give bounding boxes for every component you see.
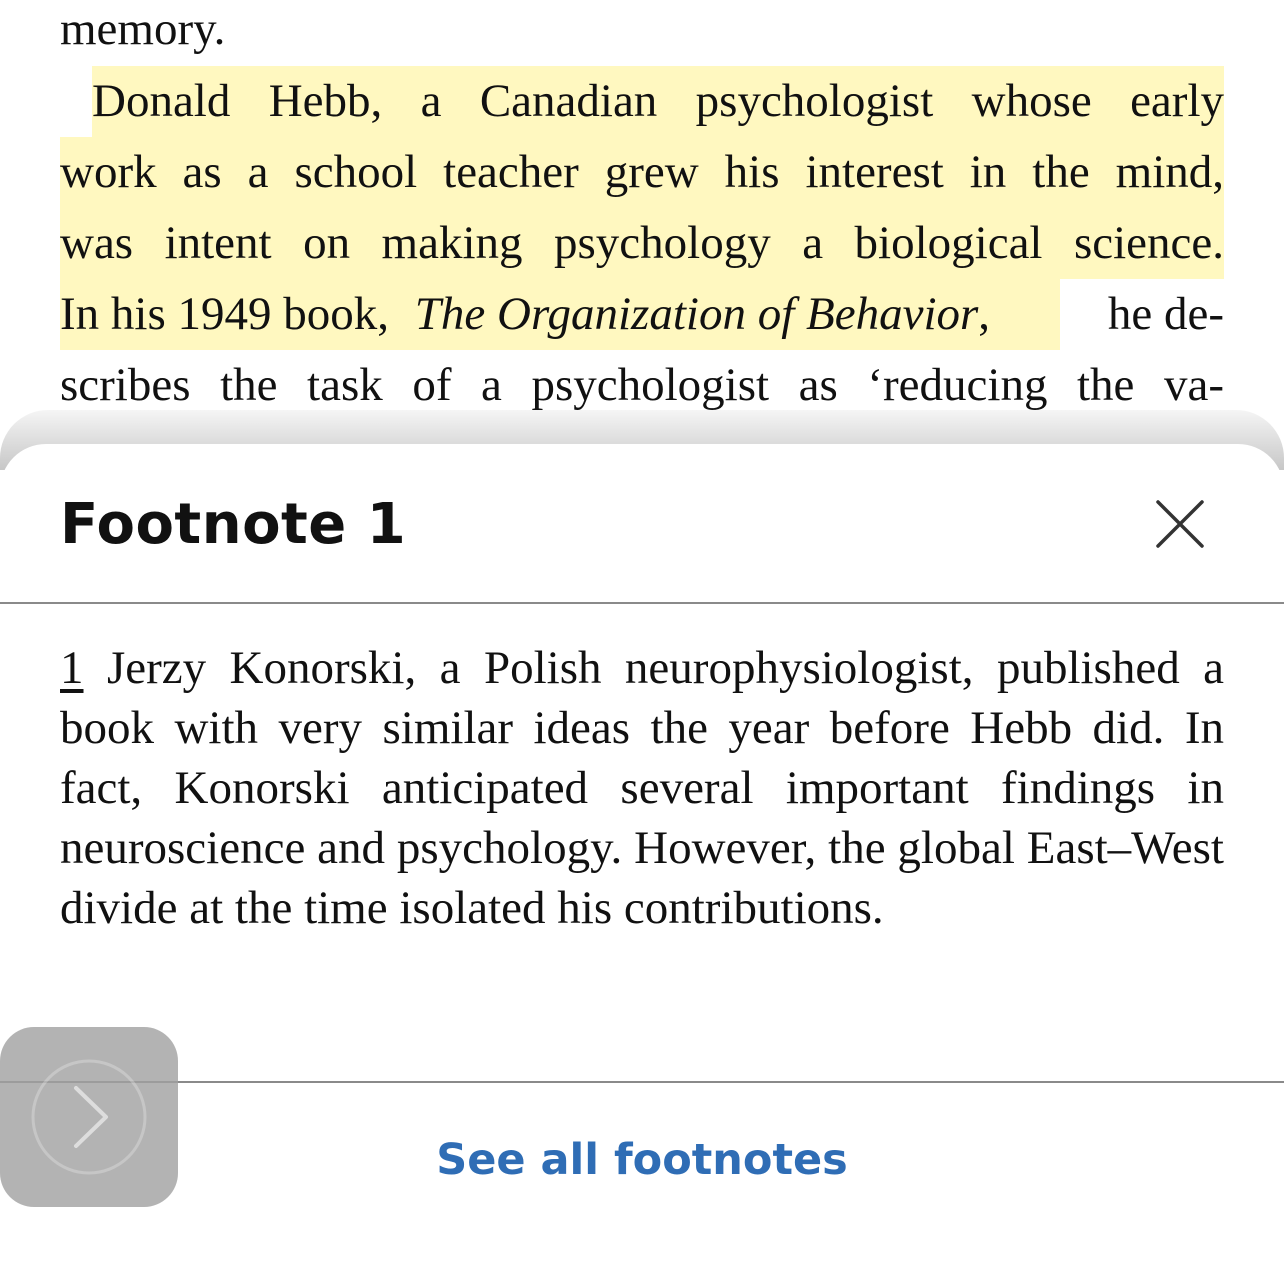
comma: ,	[978, 288, 991, 340]
book-text-line: In his 1949 book, The Organization of Be…	[60, 279, 1224, 350]
close-button[interactable]	[1150, 494, 1210, 554]
next-page-button[interactable]	[0, 1027, 178, 1207]
book-text-line: memory.	[60, 3, 226, 55]
header-divider	[0, 602, 1284, 604]
footnote-title: Footnote 1	[60, 492, 407, 557]
highlighted-text-line[interactable]: work as a school teacher grew his intere…	[60, 137, 1224, 208]
footnote-number-link[interactable]: 1	[60, 642, 84, 694]
footnote-body: 1 Jerzy Konorski, a Polish neurophysiolo…	[60, 638, 1224, 938]
close-icon	[1156, 500, 1204, 548]
book-page: memory. Donald Hebb, a Canadian psycholo…	[0, 0, 1284, 460]
chevron-right-icon	[31, 1059, 147, 1175]
highlighted-text[interactable]: In his 1949 book,	[60, 288, 389, 340]
footer-divider	[0, 1081, 1284, 1083]
book-text-fragment: he de-	[1107, 288, 1224, 340]
book-title-italic[interactable]: The Organization of Behavior	[415, 288, 979, 340]
footnote-text: Jerzy Konorski, a Polish neurophysiologi…	[60, 642, 1225, 934]
reader-screen: memory. Donald Hebb, a Canadian psycholo…	[0, 0, 1284, 1278]
see-all-footnotes-link[interactable]: See all footnotes	[0, 1128, 1284, 1192]
highlighted-text-line[interactable]: was intent on making psychology a biolog…	[60, 208, 1224, 279]
highlighted-text-line[interactable]: Donald Hebb, a Canadian psychologist who…	[92, 66, 1224, 137]
